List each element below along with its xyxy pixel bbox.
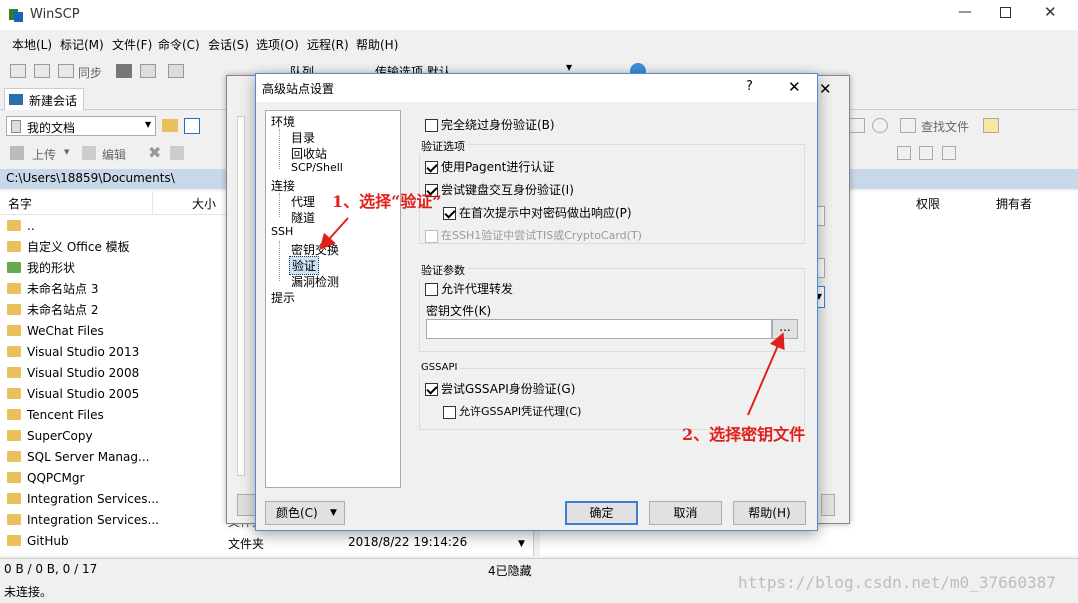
- annotation-arrows: [319, 217, 785, 416]
- arrow-to-auth: [319, 217, 349, 250]
- watermark: https://blog.csdn.net/m0_37660387: [738, 573, 1056, 592]
- annotation-step1: 1、选择“验证”: [332, 192, 442, 211]
- annotation-step2: 2、选择密钥文件: [682, 425, 806, 444]
- arrow-to-key-file: [747, 332, 785, 416]
